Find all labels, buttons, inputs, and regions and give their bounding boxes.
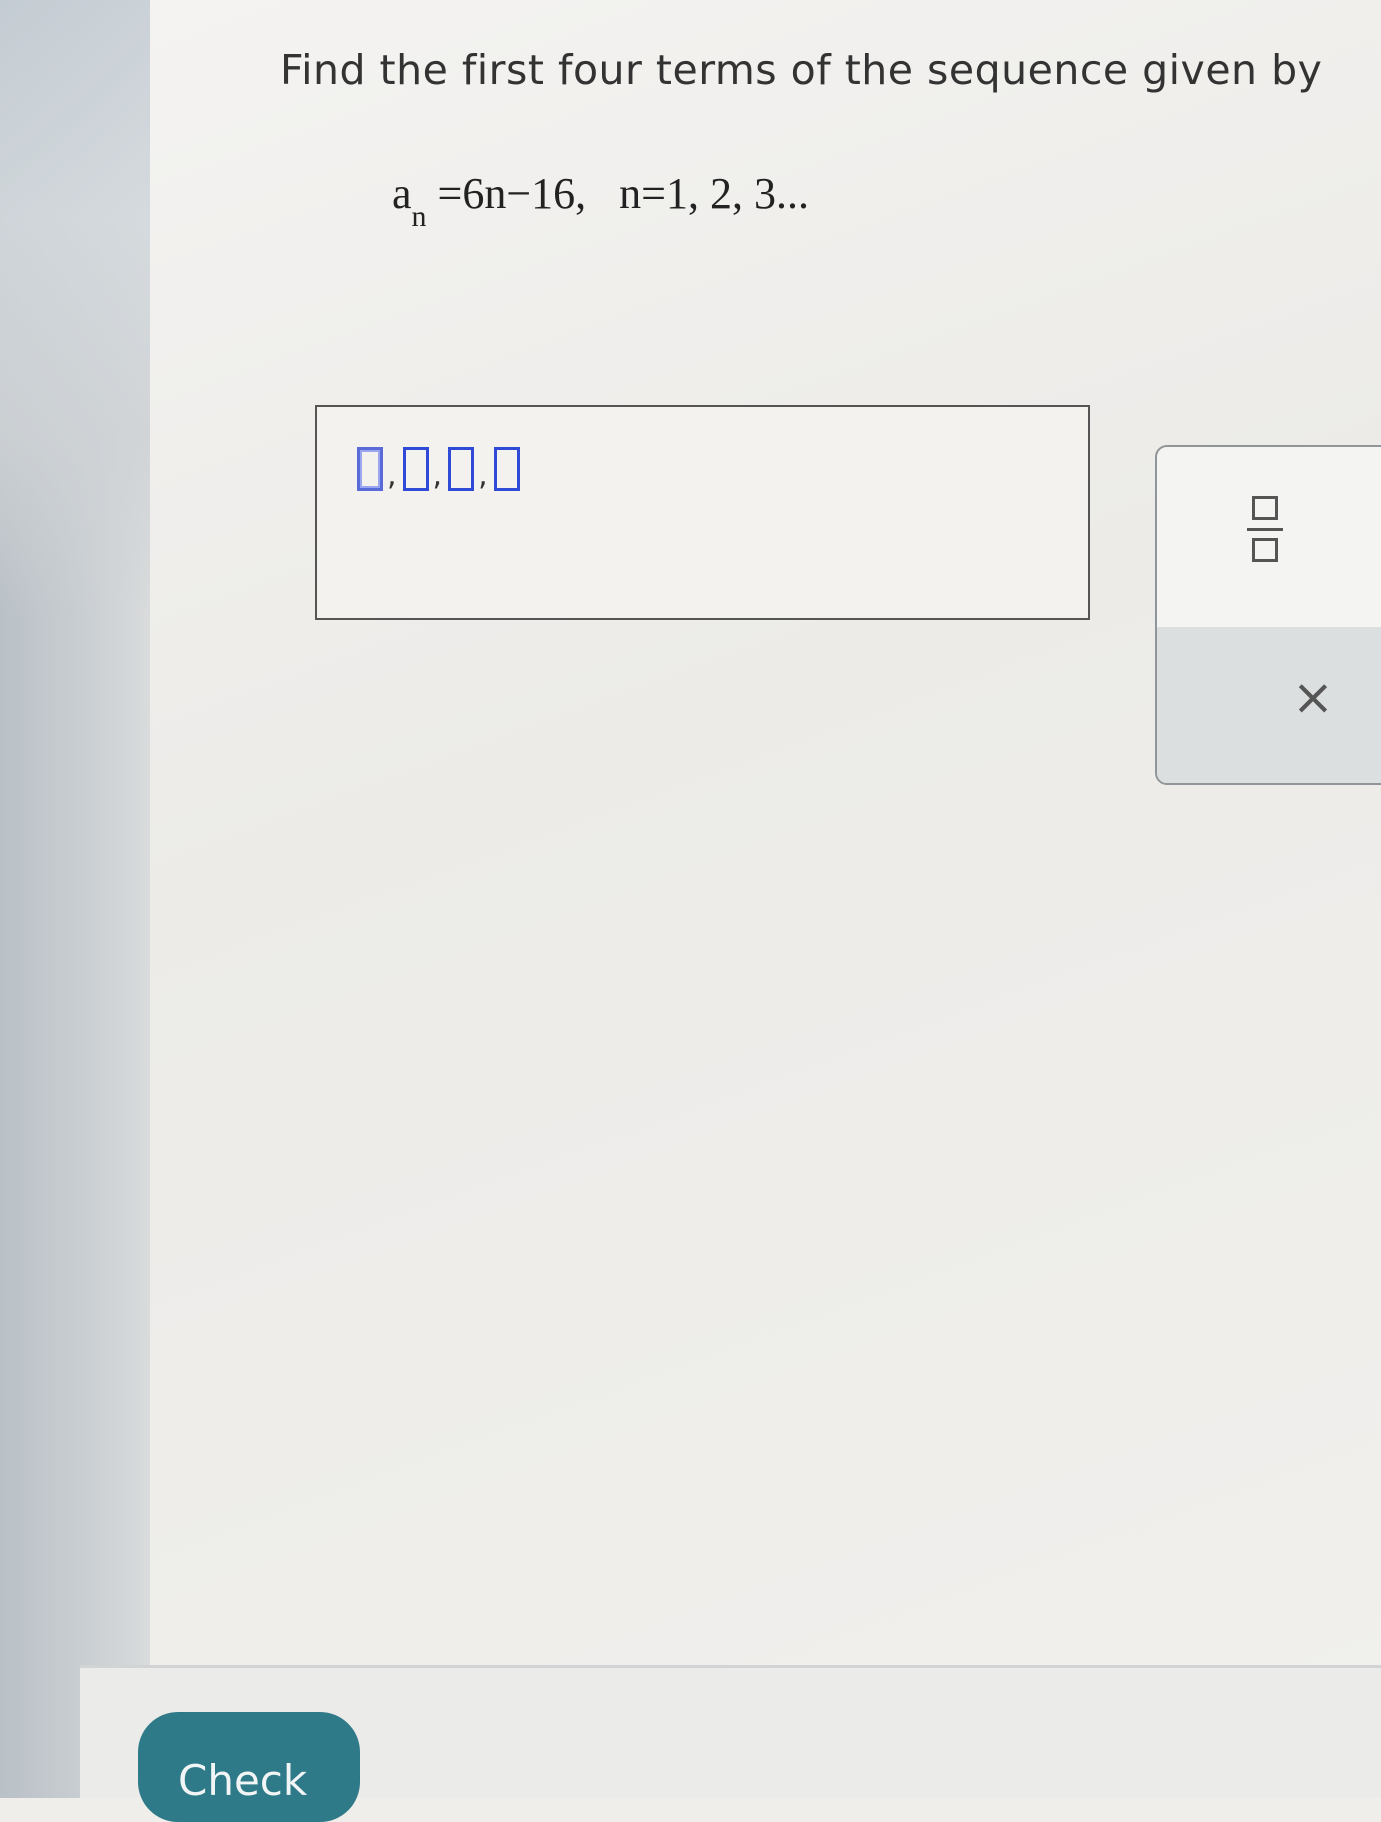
answer-slots: , , , — [357, 447, 520, 491]
formula-subscript: n — [411, 200, 427, 233]
answer-separator: , — [432, 458, 443, 493]
answer-separator: , — [478, 458, 488, 493]
answer-slot-3[interactable] — [448, 447, 475, 491]
answer-slot-4[interactable] — [493, 447, 520, 491]
check-button[interactable]: Check — [138, 1712, 360, 1822]
answer-box[interactable]: , , , — [315, 405, 1090, 620]
fraction-denominator-icon — [1252, 538, 1278, 562]
question-panel — [150, 0, 1381, 1798]
sequence-formula: an =6n−16, n=1, 2, 3... — [392, 168, 809, 233]
answer-slot-2[interactable] — [402, 447, 429, 491]
fraction-template-icon — [1252, 496, 1278, 520]
question-text: Find the first four terms of the sequenc… — [280, 46, 1323, 94]
fraction-bar — [1247, 528, 1283, 531]
formula-expression: =6n−16, — [437, 169, 587, 218]
math-tool-panel: × — [1155, 445, 1381, 785]
clear-button[interactable]: × — [1292, 672, 1334, 722]
tool-footer: × — [1157, 627, 1381, 783]
formula-variable: a — [392, 169, 412, 218]
answer-separator: , — [387, 458, 397, 493]
formula-domain: n=1, 2, 3... — [619, 169, 809, 218]
left-background-glare — [0, 0, 150, 620]
answer-slot-1[interactable] — [357, 447, 383, 491]
fraction-button[interactable] — [1237, 492, 1297, 572]
